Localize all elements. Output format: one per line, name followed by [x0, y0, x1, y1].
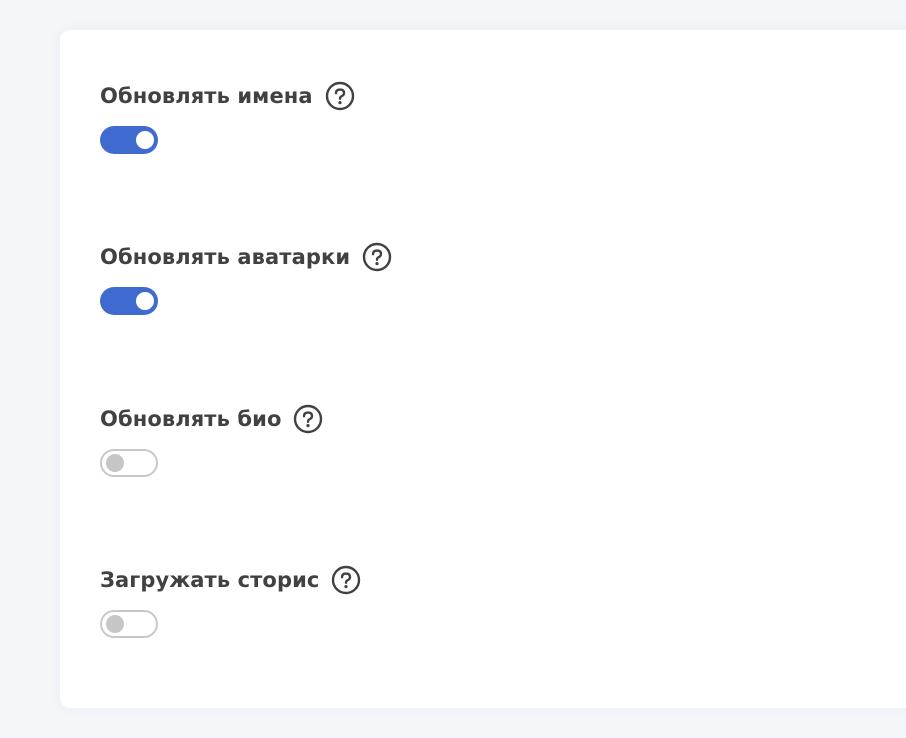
setting-label-row: Обновлять аватарки — [100, 242, 392, 272]
help-icon[interactable] — [325, 81, 355, 111]
setting-update-names: Обновлять имена — [100, 81, 800, 181]
toggle-update-avatars[interactable] — [100, 287, 158, 315]
toggle-knob — [106, 615, 124, 633]
setting-label-row: Загружать сторис — [100, 565, 361, 595]
setting-label: Загружать сторис — [100, 568, 320, 592]
toggle-knob — [136, 131, 154, 149]
toggle-load-stories[interactable] — [100, 610, 158, 638]
setting-update-bio: Обновлять био — [100, 404, 800, 504]
help-icon[interactable] — [293, 404, 323, 434]
question-circle-icon — [294, 404, 323, 434]
setting-label-row: Обновлять имена — [100, 81, 355, 111]
setting-label: Обновлять имена — [100, 84, 313, 108]
question-circle-icon — [325, 81, 354, 111]
toggle-knob — [106, 454, 124, 472]
settings-card: Обновлять имена Обновлять аватарки Обнов… — [60, 30, 906, 708]
setting-label: Обновлять аватарки — [100, 245, 351, 269]
help-icon[interactable] — [362, 242, 392, 272]
help-icon[interactable] — [331, 565, 361, 595]
toggle-update-names[interactable] — [100, 126, 158, 154]
question-circle-icon — [362, 242, 392, 272]
toggle-knob — [136, 292, 154, 310]
setting-load-stories: Загружать сторис — [100, 565, 800, 665]
setting-update-avatars: Обновлять аватарки — [100, 242, 800, 342]
toggle-update-bio[interactable] — [100, 449, 158, 477]
setting-label: Обновлять био — [100, 407, 282, 431]
question-circle-icon — [332, 565, 361, 595]
setting-label-row: Обновлять био — [100, 404, 323, 434]
